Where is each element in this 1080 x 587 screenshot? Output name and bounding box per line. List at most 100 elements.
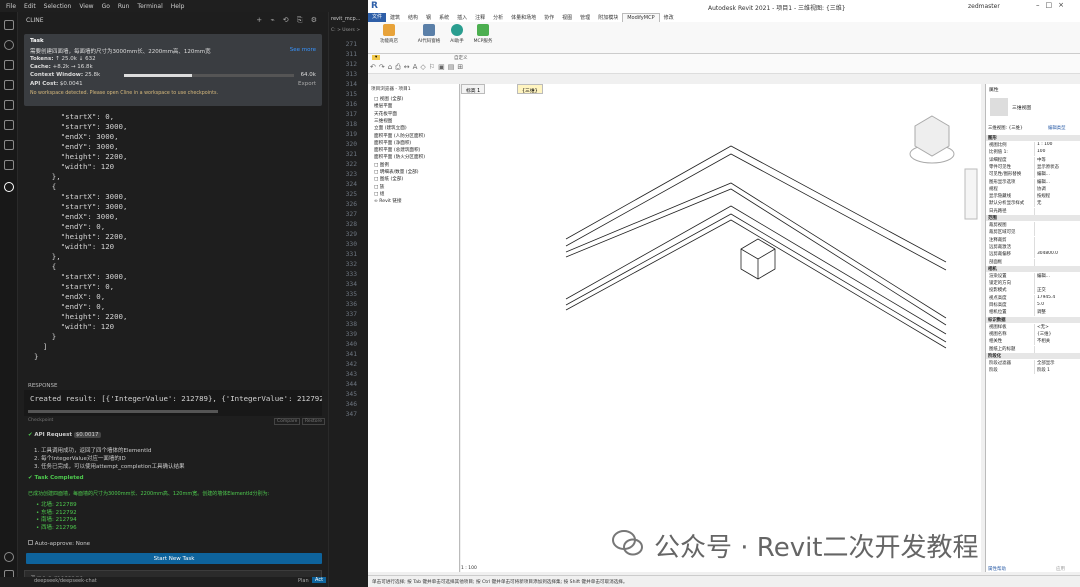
property-row[interactable]: 零件可见性 显示原状态 — [986, 163, 1080, 171]
account-icon[interactable] — [4, 552, 14, 562]
property-value[interactable]: 不相关 — [1034, 338, 1078, 346]
property-value[interactable]: 调整 — [1034, 309, 1078, 317]
properties-help-link[interactable]: 属性帮助 — [988, 566, 1006, 572]
ribbon-tab[interactable]: 修改 — [660, 14, 678, 21]
property-value[interactable]: 无 — [1034, 200, 1078, 208]
property-value[interactable] — [1034, 222, 1078, 229]
property-row[interactable]: 远剪裁偏移 304800.0 — [986, 251, 1080, 259]
property-value[interactable]: 按规程 — [1034, 193, 1078, 201]
property-row[interactable]: 裁剪区域可见 — [986, 229, 1080, 237]
ribbon-tab[interactable]: 体量和场地 — [507, 14, 540, 21]
property-row[interactable]: 注释裁剪 — [986, 236, 1080, 244]
auto-approve-checkbox[interactable] — [28, 540, 33, 545]
menu-edit[interactable]: Edit — [24, 3, 36, 10]
qat-icons[interactable]: ↶↷⌂⎙↔A◇⚐▣▤⊞ — [370, 63, 466, 72]
ribbon-tab[interactable]: 结构 — [404, 14, 422, 21]
view-scale[interactable]: 1 : 100 — [461, 566, 477, 571]
ribbon-tab[interactable]: 视图 — [558, 14, 576, 21]
ribbon-tab[interactable]: 附加模块 — [594, 14, 622, 21]
auto-approve-value[interactable]: None — [76, 541, 90, 547]
ribbon-tab[interactable]: 分析 — [489, 14, 507, 21]
restore-button[interactable]: Restore — [302, 418, 326, 425]
browser-tree-item[interactable]: 面积平面 (净面积) — [374, 140, 411, 146]
ribbon-tab-active[interactable]: ModifyMCP — [622, 13, 660, 22]
property-row[interactable]: 锁定的方向 — [986, 280, 1080, 288]
extensions-icon[interactable] — [4, 120, 14, 130]
property-value[interactable] — [1034, 280, 1078, 288]
property-row[interactable]: 阶段过滤器 全部显示 — [986, 359, 1080, 367]
apply-button[interactable]: 应用 — [1056, 566, 1065, 572]
property-row[interactable]: 裁剪视图 — [986, 222, 1080, 229]
property-row[interactable]: 视图比例 1 : 100 — [986, 142, 1080, 149]
property-row[interactable]: 规程 协调 — [986, 185, 1080, 193]
docker-icon[interactable] — [4, 160, 14, 170]
property-row[interactable]: 投影模式 正交 — [986, 287, 1080, 295]
property-value[interactable]: 阶段 1 — [1034, 367, 1078, 375]
menu-run[interactable]: Run — [118, 3, 130, 10]
property-value[interactable]: 编辑... — [1034, 272, 1078, 280]
property-row[interactable]: 剖面框 — [986, 258, 1080, 266]
property-value[interactable]: 304800.0 — [1034, 251, 1078, 259]
ribbon-tab[interactable]: 管理 — [576, 14, 594, 21]
navigation-bar[interactable] — [964, 168, 978, 220]
cline-toolbar-icons[interactable]: + ⌁ ⟲ ⎘ ⚙ — [256, 16, 320, 25]
property-row[interactable]: 目标高度 5.0 — [986, 302, 1080, 309]
ribbon-tab[interactable]: 注释 — [471, 14, 489, 21]
model-3d-view[interactable] — [461, 94, 981, 572]
search-icon[interactable] — [4, 40, 14, 50]
property-row[interactable]: 视图样板 <无> — [986, 323, 1080, 331]
browser-tree-item[interactable]: □ 视图 (全部) — [374, 96, 403, 102]
property-value[interactable]: 5.0 — [1034, 302, 1078, 309]
property-value[interactable] — [1034, 236, 1078, 244]
export-button[interactable]: Export — [298, 81, 316, 87]
plan-toggle[interactable]: Plan — [298, 578, 309, 584]
property-value[interactable]: 编辑... — [1034, 178, 1078, 186]
response-scrollbar[interactable] — [28, 410, 218, 413]
view-tab-3d[interactable]: {三维} — [517, 84, 543, 94]
ribbon-tab[interactable]: 钢 — [422, 14, 435, 21]
property-value[interactable]: 100 — [1034, 149, 1078, 157]
property-row[interactable]: 图纸上的标题 — [986, 345, 1080, 353]
ribbon-tab[interactable]: 协作 — [540, 14, 558, 21]
view-selector[interactable]: 三维视图: {三维} — [988, 125, 1023, 131]
property-value[interactable] — [1034, 243, 1078, 251]
mcp-service-button[interactable]: MCP服务 — [468, 24, 498, 44]
property-value[interactable]: 中等 — [1034, 156, 1078, 164]
menu-terminal[interactable]: Terminal — [137, 3, 162, 10]
property-row[interactable]: 阶段 阶段 1 — [986, 367, 1080, 375]
properties-section-header[interactable]: 图形 — [986, 135, 1080, 141]
window-controls[interactable]: –□× — [1036, 1, 1070, 9]
property-value[interactable]: 全部显示 — [1034, 359, 1078, 367]
edit-type-button[interactable]: 编辑类型 — [1048, 125, 1066, 131]
ribbon-tab[interactable]: 插入 — [453, 14, 471, 21]
testing-icon[interactable] — [4, 140, 14, 150]
property-row[interactable]: 远剪裁激活 — [986, 243, 1080, 251]
property-value[interactable]: <无> — [1034, 323, 1078, 331]
browser-tree-item[interactable]: 楼层平面 — [374, 103, 392, 109]
property-row[interactable]: 可见性/图形替换 编辑... — [986, 171, 1080, 179]
run-debug-icon[interactable] — [4, 80, 14, 90]
properties-section-header[interactable]: 范围 — [986, 215, 1080, 221]
revit-logo-icon[interactable]: R — [371, 1, 378, 11]
property-row[interactable]: 视点高度 17945.4 — [986, 294, 1080, 302]
cline-icon[interactable] — [4, 182, 14, 192]
act-toggle[interactable]: Act — [312, 577, 327, 583]
property-value[interactable]: 协调 — [1034, 185, 1078, 193]
menu-selection[interactable]: Selection — [44, 3, 72, 10]
property-value[interactable]: 17945.4 — [1034, 294, 1078, 302]
browser-tree-item[interactable]: 面积平面 (防火分区面积) — [374, 154, 425, 160]
properties-section-header[interactable]: 标识数据 — [986, 316, 1080, 323]
property-value[interactable] — [1034, 229, 1078, 237]
property-row[interactable]: 显示隐藏线 按规程 — [986, 193, 1080, 201]
view-canvas[interactable]: 标高 1 {三维} — [461, 84, 981, 572]
menu-go[interactable]: Go — [102, 3, 110, 10]
ribbon-tab[interactable]: 系统 — [435, 14, 453, 21]
property-value[interactable] — [1034, 258, 1078, 266]
compare-button[interactable]: Compare — [274, 418, 301, 425]
start-new-task-button[interactable]: Start New Task — [26, 553, 322, 564]
property-row[interactable]: 日光路径 — [986, 207, 1080, 215]
section-box[interactable] — [740, 238, 776, 280]
property-value[interactable]: 显示原状态 — [1034, 163, 1078, 171]
ribbon-tab[interactable]: 文件 — [368, 13, 387, 22]
ribbon-tab[interactable]: 建筑 — [386, 14, 404, 21]
